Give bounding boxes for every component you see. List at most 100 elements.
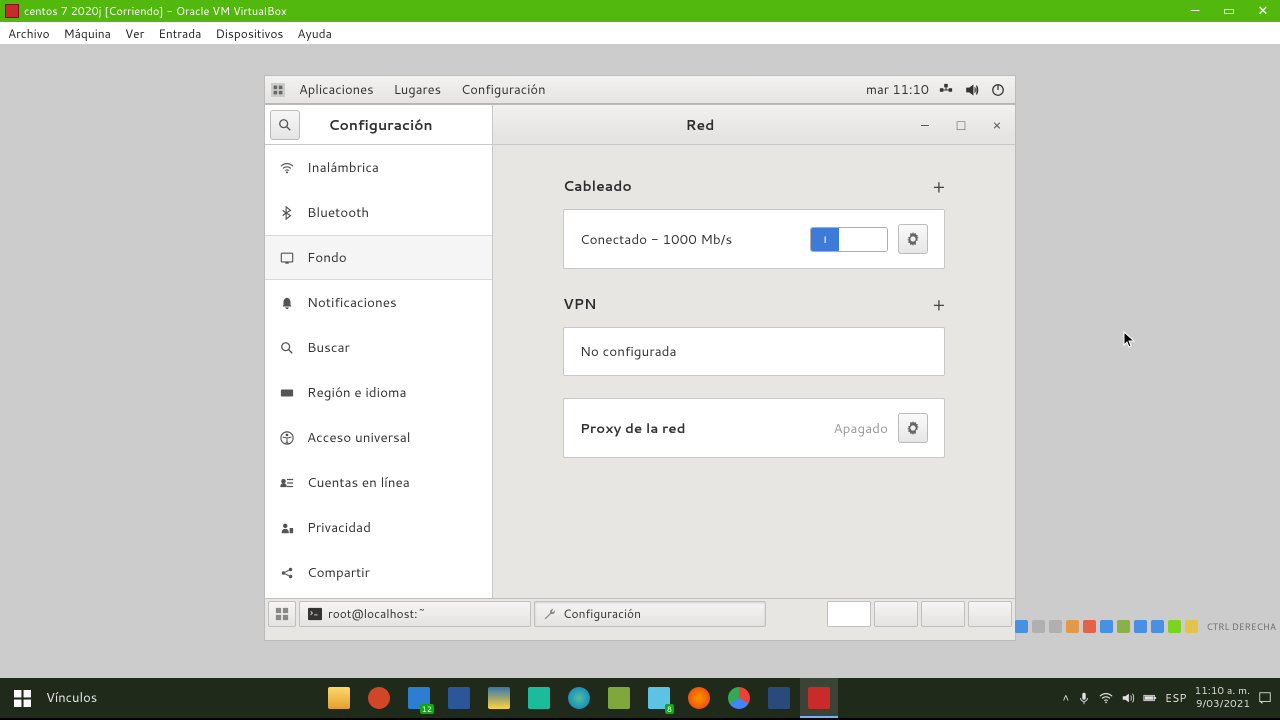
- taskbar-blank-2[interactable]: [874, 601, 918, 627]
- menu-archivo[interactable]: Archivo: [8, 25, 50, 42]
- minimize-button[interactable]: —: [1178, 0, 1212, 22]
- proxy-status: Apagado: [833, 419, 888, 438]
- wired-status: Conectado - 1000 Mb/s: [580, 230, 810, 249]
- wired-settings-button[interactable]: [898, 224, 928, 254]
- toggle-on-label: I: [811, 228, 839, 251]
- wired-heading: Cableado: [563, 176, 632, 196]
- maximize-button[interactable]: ▭: [1212, 0, 1246, 22]
- tb-notepad[interactable]: 8: [640, 678, 678, 718]
- vb-cpu-icon[interactable]: [1151, 620, 1164, 633]
- window-close[interactable]: ×: [979, 115, 1015, 135]
- window-maximize[interactable]: □: [943, 115, 979, 135]
- proxy-heading: Proxy de la red: [580, 419, 833, 438]
- virtualbox-icon: [5, 4, 19, 18]
- tb-chrome[interactable]: [720, 678, 758, 718]
- tray-date: 9/03/2021: [1194, 698, 1250, 711]
- menu-ver[interactable]: Ver: [125, 25, 144, 42]
- applications-menu[interactable]: Aplicaciones: [289, 81, 384, 99]
- wrench-icon: [543, 607, 557, 621]
- add-vpn-button[interactable]: +: [933, 291, 945, 317]
- taskbar-settings-label: Configuración: [563, 605, 641, 622]
- vb-hdd-icon[interactable]: [1015, 620, 1028, 633]
- vb-cd-icon[interactable]: [1032, 620, 1045, 633]
- sidebar-item-label: Cuentas en línea: [307, 473, 410, 492]
- tb-virtualbox-manager[interactable]: [760, 678, 798, 718]
- sidebar-item-privacy[interactable]: Privacidad: [265, 505, 492, 550]
- tb-firefox[interactable]: [680, 678, 718, 718]
- menu-entrada[interactable]: Entrada: [158, 25, 201, 42]
- places-menu[interactable]: Lugares: [384, 81, 451, 99]
- vb-usb-icon[interactable]: [1083, 620, 1096, 633]
- tray-mic-icon[interactable]: [1077, 691, 1091, 705]
- taskbar-terminal[interactable]: root@localhost:~: [299, 601, 531, 627]
- taskbar-settings[interactable]: Configuración: [534, 601, 766, 627]
- vm-display-area: Aplicaciones Lugares Configuración mar 1…: [0, 44, 1280, 678]
- sidebar-item-search[interactable]: Buscar: [265, 325, 492, 370]
- tb-mail[interactable]: 12: [400, 678, 438, 718]
- workspace-switcher[interactable]: [268, 601, 296, 627]
- tb-app1[interactable]: [600, 678, 638, 718]
- tray-notifications-icon[interactable]: [1258, 691, 1272, 705]
- tray-clock[interactable]: 11:10 a. m. 9/03/2021: [1194, 685, 1250, 711]
- sidebar-item-label: Fondo: [307, 248, 347, 267]
- menu-maquina[interactable]: Máquina: [64, 25, 111, 42]
- power-icon: [991, 83, 1005, 97]
- vb-recording-icon[interactable]: [1134, 620, 1147, 633]
- tb-filmora[interactable]: [520, 678, 558, 718]
- sidebar-item-notifications[interactable]: Notificaciones: [265, 280, 492, 325]
- links-toolbar-label[interactable]: Vínculos: [44, 689, 103, 707]
- tb-word[interactable]: [440, 678, 478, 718]
- sidebar-item-label: Privacidad: [307, 518, 371, 537]
- vpn-section-header: VPN +: [563, 291, 945, 317]
- close-button[interactable]: ✕: [1246, 0, 1280, 22]
- sidebar-item-online-accounts[interactable]: Cuentas en línea: [265, 460, 492, 505]
- sidebar-item-label: Inalámbrica: [307, 158, 379, 177]
- tb-python[interactable]: [480, 678, 518, 718]
- window-minimize[interactable]: –: [907, 115, 943, 135]
- tb-powerpoint[interactable]: [360, 678, 398, 718]
- vb-audio-icon[interactable]: [1049, 620, 1062, 633]
- taskbar-blank-3[interactable]: [921, 601, 965, 627]
- toggle-off-side: [839, 228, 887, 251]
- menu-dispositivos[interactable]: Dispositivos: [215, 25, 283, 42]
- sidebar-item-universal-access[interactable]: Acceso universal: [265, 415, 492, 460]
- wired-toggle[interactable]: I: [810, 227, 888, 252]
- taskbar-blank-4[interactable]: [968, 601, 1012, 627]
- sidebar-item-background[interactable]: Fondo: [265, 235, 492, 280]
- vb-display-icon[interactable]: [1117, 620, 1130, 633]
- virtualbox-status-bar: CTRL DERECHA: [1015, 618, 1276, 634]
- sidebar-item-label: Notificaciones: [307, 293, 397, 312]
- tray-volume-icon[interactable]: [1121, 691, 1135, 705]
- clock-label[interactable]: mar 11:10: [856, 81, 939, 99]
- vb-network-icon[interactable]: [1066, 620, 1079, 633]
- search-button[interactable]: [270, 110, 300, 140]
- taskbar-blank-1[interactable]: [827, 601, 871, 627]
- sidebar-item-label: Bluetooth: [307, 203, 369, 222]
- tray-up-icon[interactable]: ˄: [1063, 690, 1069, 706]
- tray-wifi-icon[interactable]: [1099, 691, 1113, 705]
- sidebar-item-region[interactable]: Región e idioma: [265, 370, 492, 415]
- virtualbox-title-bar: centos 7 2020j [Corriendo] - Oracle VM V…: [0, 0, 1280, 22]
- vb-mouse-icon[interactable]: [1168, 620, 1181, 633]
- system-tray[interactable]: [939, 83, 1009, 97]
- start-button[interactable]: [0, 678, 44, 718]
- settings-main: Red – □ × Cableado + Conectado - 1000 Mb…: [493, 105, 1015, 598]
- sidebar-header: Configuración: [265, 105, 492, 145]
- vb-keyboard-icon[interactable]: [1185, 620, 1198, 633]
- proxy-settings-button[interactable]: [898, 413, 928, 443]
- sidebar-item-wireless[interactable]: Inalámbrica: [265, 145, 492, 190]
- menu-ayuda[interactable]: Ayuda: [297, 25, 331, 42]
- sidebar-item-label: Buscar: [307, 338, 350, 357]
- sidebar-item-label: Acceso universal: [307, 428, 410, 447]
- vb-shared-folder-icon[interactable]: [1100, 620, 1113, 633]
- tb-virtualbox-vm[interactable]: [800, 678, 838, 718]
- add-wired-button[interactable]: +: [933, 173, 945, 199]
- sidebar-item-bluetooth[interactable]: Bluetooth: [265, 190, 492, 235]
- tray-lang[interactable]: ESP: [1165, 690, 1186, 706]
- tray-battery-icon[interactable]: [1143, 691, 1157, 705]
- sidebar-item-sharing[interactable]: Compartir: [265, 550, 492, 595]
- current-app-label[interactable]: Configuración: [451, 81, 556, 99]
- tb-edge[interactable]: [560, 678, 598, 718]
- tb-explorer[interactable]: [320, 678, 358, 718]
- mouse-cursor: [1123, 331, 1137, 355]
